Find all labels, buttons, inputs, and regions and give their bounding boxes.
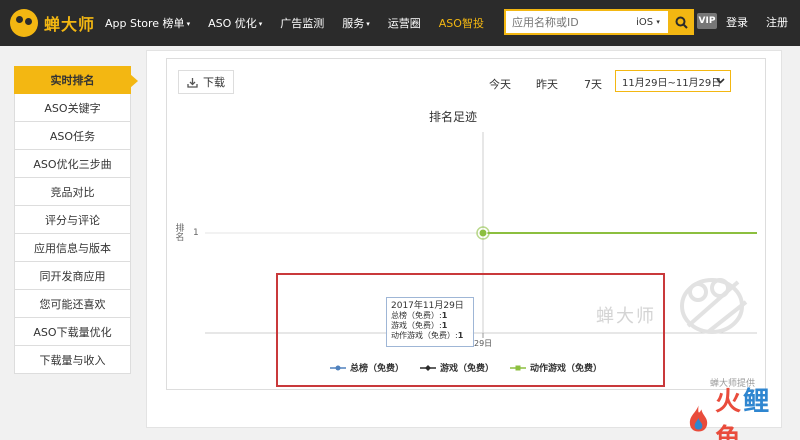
highlight-annotation-box xyxy=(276,273,665,387)
data-point-2 xyxy=(478,228,488,238)
brand-watermark: 火鲤鱼 xyxy=(686,387,796,440)
fire-logo-icon xyxy=(689,405,708,432)
brand-text: 火鲤鱼 xyxy=(715,387,772,440)
cicada-watermark-icon xyxy=(680,278,748,334)
